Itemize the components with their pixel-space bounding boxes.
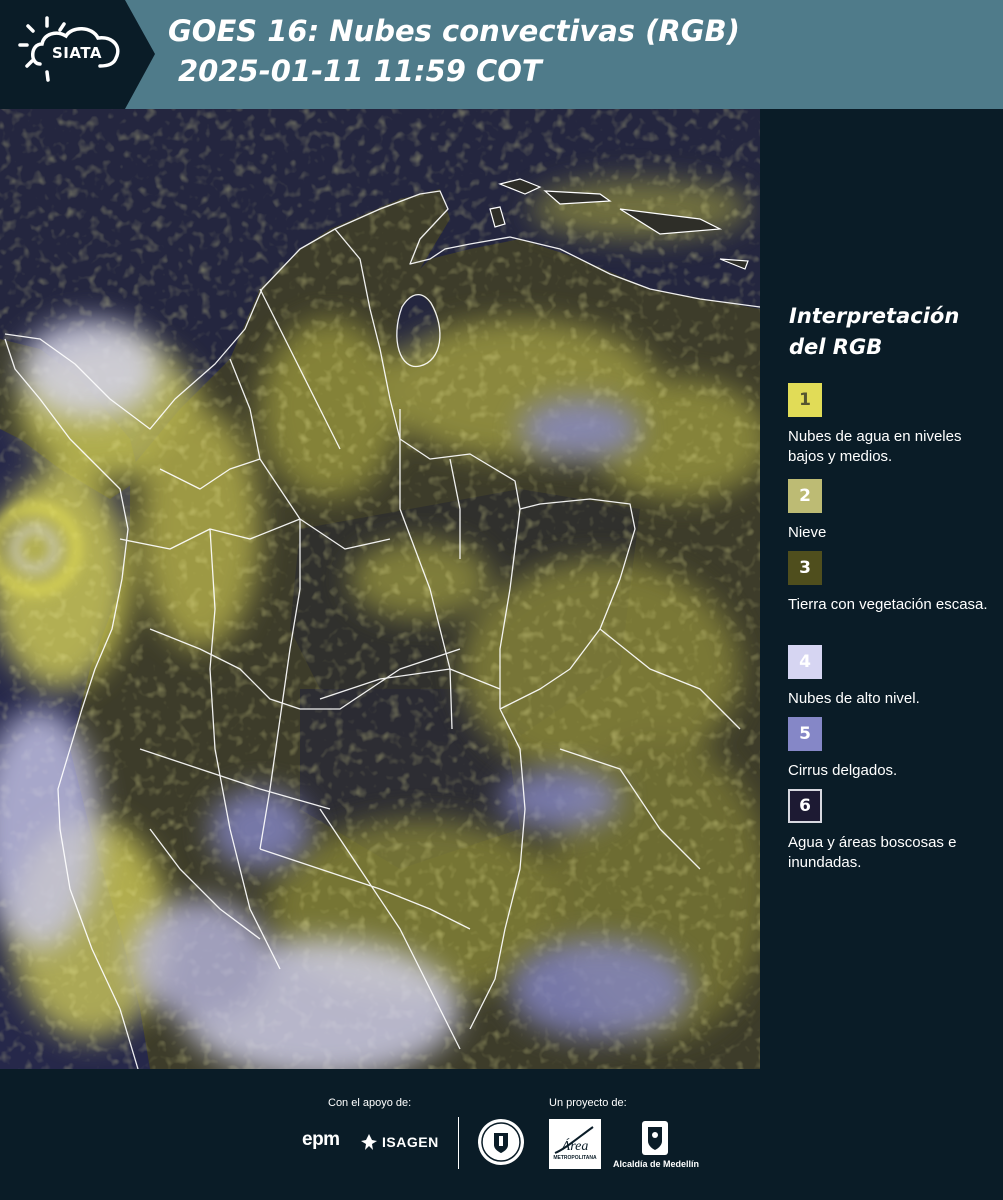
legend-swatch-3: 3 (788, 551, 822, 585)
legend-item-4: 4 Nubes de alto nivel. (788, 645, 998, 709)
amva-logo-text: Área (561, 1137, 589, 1154)
legend-label-5: Cirrus delgados. (788, 762, 898, 779)
footer: Con el apoyo de: Un proyecto de: epm ISA… (0, 1069, 1003, 1200)
legend-label-4: Nubes de alto nivel. (788, 690, 920, 707)
satellite-image (0, 109, 760, 1069)
legend-item-6: 6 Agua y áreas boscosas e inundadas. (788, 789, 998, 873)
legend-item-1: 1 Nubes de agua en niveles bajos y medio… (788, 383, 998, 467)
legend-item-3: 3 Tierra con vegetación escasa. (788, 551, 998, 615)
legend-item-2: 2 Nieve (788, 479, 998, 543)
amva-sub-text: METROPOLITANA (553, 1155, 597, 1161)
legend-label-1: Nubes de agua en niveles bajos y medios. (788, 428, 962, 465)
footer-project-label: Un proyecto de: (549, 1097, 627, 1109)
isagen-icon (361, 1134, 377, 1150)
footer-divider (458, 1117, 459, 1169)
legend-title: Interpretación del RGB (789, 304, 960, 359)
alcaldia-logo-text: Alcaldía de Medellín (613, 1159, 700, 1169)
legend-swatch-2: 2 (788, 479, 822, 513)
epm-logo[interactable]: epm (302, 1129, 340, 1151)
isagen-logo[interactable]: ISAGEN (360, 1133, 439, 1151)
siata-logo[interactable]: SIATA (0, 0, 155, 109)
page-title: GOES 16: Nubes convectivas (RGB) (168, 14, 740, 48)
legend-swatch-5: 5 (788, 717, 822, 751)
isagen-logo-text: ISAGEN (382, 1134, 439, 1150)
legend-swatch-4: 4 (788, 645, 822, 679)
satellite-map[interactable] (0, 109, 760, 1069)
legend-panel: Interpretación del RGB 1 Nubes de agua e… (760, 109, 1003, 1069)
legend-swatch-1: 1 (788, 383, 822, 417)
area-metropolitana-logo[interactable]: Área (549, 1119, 601, 1169)
siata-logo-text: SIATA (52, 44, 103, 62)
footer-support-label: Con el apoyo de: (328, 1097, 412, 1109)
legend-item-5: 5 Cirrus delgados. (788, 717, 998, 781)
header: SIATA GOES 16: Nubes convectivas (RGB) 2… (0, 0, 1003, 109)
legend-swatch-6: 6 (788, 789, 822, 823)
alcaldia-shield-icon[interactable] (640, 1119, 670, 1157)
legend-label-2: Nieve (788, 524, 827, 541)
legend-label-3: Tierra con vegetación escasa. (788, 596, 988, 613)
medellin-seal-icon[interactable] (476, 1117, 526, 1167)
legend-label-6: Agua y áreas boscosas e inundadas. (788, 834, 957, 871)
page-timestamp: 2025-01-11 11:59 COT (178, 54, 542, 88)
